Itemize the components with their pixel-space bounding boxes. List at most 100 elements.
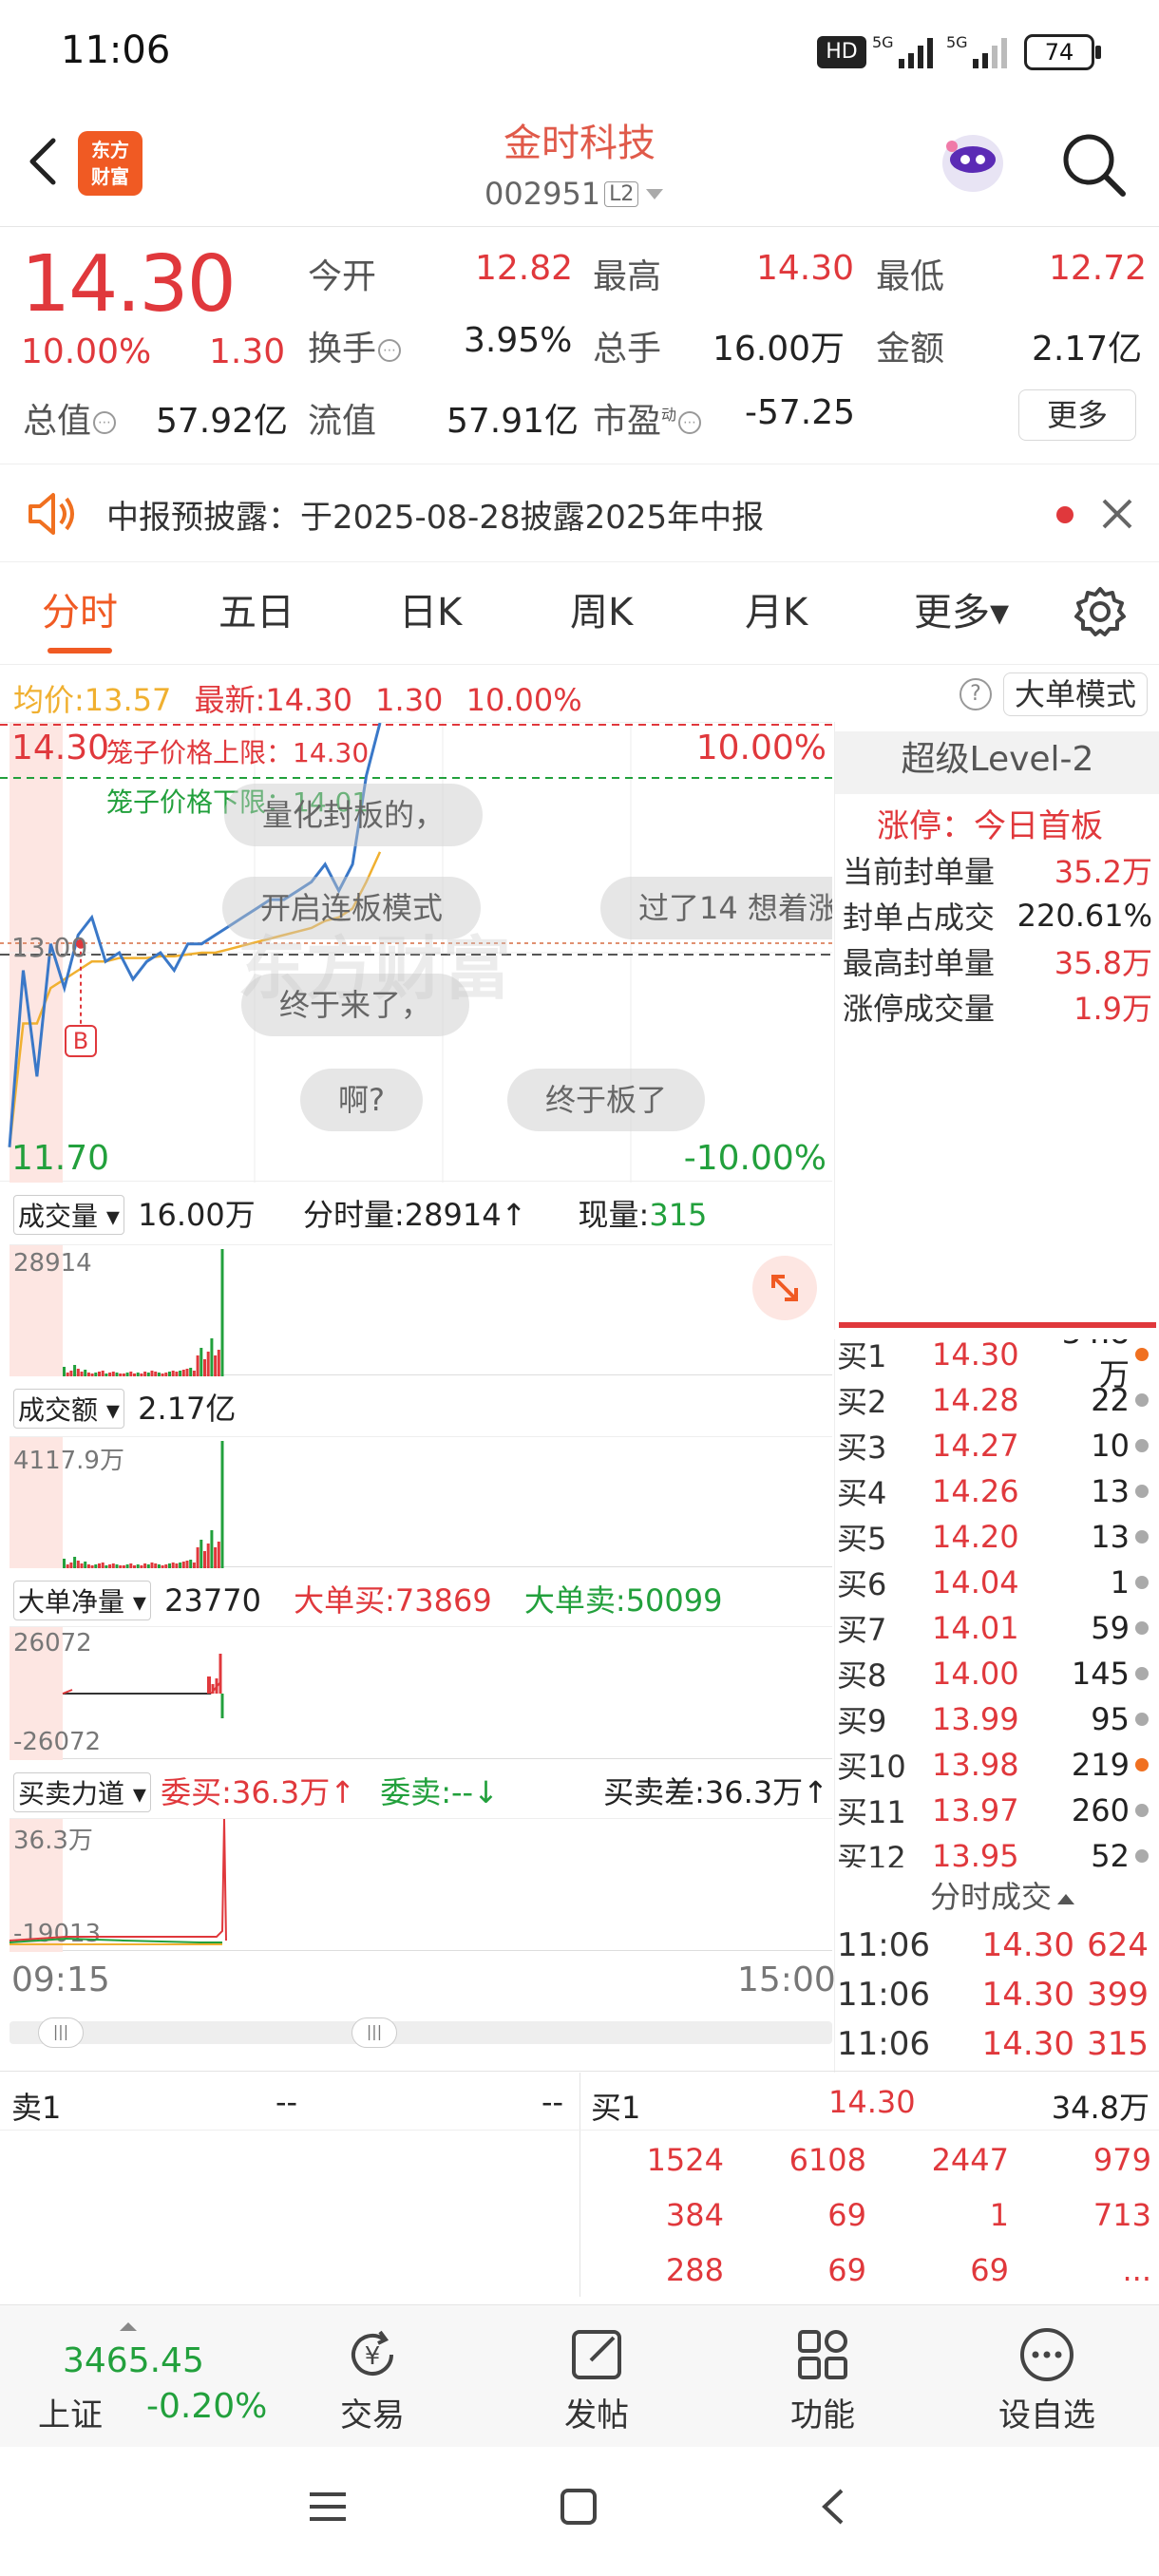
tab-intraday[interactable]: 分时 bbox=[42, 581, 118, 653]
order-book[interactable]: 买114.3034.8万买214.2822买314.2710买414.2613买… bbox=[834, 1339, 1159, 1871]
level2-rows: 当前封单量 35.2万 封单占成交 220.61% 最高封单量 35.8万 涨停成交量… bbox=[843, 847, 1152, 1030]
comment-bubble[interactable]: 量化封板的， bbox=[224, 784, 484, 846]
orderbook-level: 买10 bbox=[837, 1749, 906, 1785]
nav-trade[interactable]: ¥ 交易 bbox=[287, 2324, 458, 2435]
volume-bar bbox=[203, 1359, 206, 1376]
info-icon[interactable]: ⋯ bbox=[93, 411, 117, 434]
comment-bubble[interactable]: 终于来了， bbox=[241, 974, 470, 1036]
volume-bar bbox=[196, 1355, 200, 1376]
volume-bar bbox=[84, 1562, 87, 1568]
queue-panel[interactable]: 卖1 -- -- 买1 14.30 34.8万 1524 6108 2447 979 3… bbox=[0, 2073, 1159, 2297]
nav-label: 发帖 bbox=[564, 2396, 629, 2434]
trade-time: 11:06 bbox=[837, 1926, 930, 1964]
hd-icon: HD bbox=[817, 36, 866, 68]
level2-panel[interactable]: 超级Level-2 涨停：今日首板 当前封单量 35.2万 封单占成交 220.61… bbox=[834, 722, 1159, 1330]
nav-functions[interactable]: 功能 bbox=[737, 2324, 908, 2435]
big-order-selector[interactable]: 大单净量 ▾ bbox=[13, 1581, 151, 1620]
volume-bar bbox=[161, 1565, 164, 1568]
stock-code-row[interactable]: 002951 L2 bbox=[484, 173, 684, 215]
comment-bubble[interactable]: 终于板了 bbox=[507, 1069, 706, 1131]
search-icon[interactable] bbox=[1056, 127, 1132, 203]
orderbook-row[interactable]: 买10 13.98 219 bbox=[837, 1742, 1150, 1788]
orderbook-row[interactable]: 买12 13.95 52 bbox=[837, 1833, 1150, 1871]
tab-more[interactable]: 更多▾ bbox=[914, 581, 1009, 636]
comment-bubble[interactable]: 开启连板模式 bbox=[222, 877, 482, 939]
svg-text:5G: 5G bbox=[872, 33, 894, 51]
help-icon[interactable]: ? bbox=[960, 678, 992, 710]
orderbook-row[interactable]: 买6 14.04 1 bbox=[837, 1560, 1150, 1605]
more-button[interactable]: 更多 bbox=[1018, 389, 1136, 441]
menu-icon[interactable] bbox=[304, 2483, 352, 2530]
limit-status: 涨停：今日首板 bbox=[877, 807, 1103, 845]
notice-bar[interactable]: 中报预披露：于2025-08-28披露2025年中报 bbox=[0, 464, 1159, 562]
scroll-handle-right[interactable]: ||| bbox=[352, 2017, 397, 2048]
tab-five-day[interactable]: 五日 bbox=[218, 581, 294, 636]
range-scrollbar[interactable]: ||| ||| bbox=[10, 2017, 832, 2048]
volume-bar bbox=[181, 1562, 185, 1568]
nav-post[interactable]: 发帖 bbox=[511, 2324, 682, 2435]
scroll-handle-left[interactable]: ||| bbox=[38, 2017, 84, 2048]
orderbook-row[interactable]: 买4 14.26 13 bbox=[837, 1468, 1150, 1514]
orderbook-row[interactable]: 买3 14.27 10 bbox=[837, 1423, 1150, 1468]
comment-bubble[interactable]: 啊? bbox=[300, 1069, 423, 1131]
orderbook-level: 买7 bbox=[837, 1612, 887, 1648]
orderbook-level: 买6 bbox=[837, 1566, 887, 1602]
top-pct-label: 10.00% bbox=[695, 729, 826, 767]
tab-weekly-k[interactable]: 周K bbox=[570, 581, 633, 636]
expand-icon[interactable] bbox=[752, 1256, 817, 1320]
tab-daily-k[interactable]: 日K bbox=[399, 581, 462, 636]
trades-panel[interactable]: 分时成交 11:06 14.30 624 11:06 14.30 399 11:06 14.3… bbox=[834, 1867, 1159, 2073]
volume-bar bbox=[171, 1371, 175, 1376]
avg-price: 均价:13.57 最新:14.30 1.30 10.00% bbox=[13, 682, 582, 718]
buy-marker[interactable]: B bbox=[65, 1025, 97, 1057]
nav-add-watchlist[interactable]: 设自选 bbox=[961, 2324, 1132, 2435]
volume-bar bbox=[86, 1564, 90, 1568]
orderbook-row[interactable]: 买2 14.28 22 bbox=[837, 1377, 1150, 1423]
orderbook-volume: 22 bbox=[1091, 1382, 1130, 1418]
intraday-chart[interactable]: 东方财富 14.30 10.00% 11.70 -10.00% 笼子价格上限：1… bbox=[0, 722, 832, 1183]
home-icon[interactable] bbox=[555, 2483, 602, 2530]
orderbook-row[interactable]: 买5 14.20 13 bbox=[837, 1514, 1150, 1560]
amount-header: 成交额 ▾ 2.17亿 bbox=[13, 1385, 236, 1429]
sell1-price: -- bbox=[276, 2084, 298, 2120]
gear-icon[interactable] bbox=[1072, 583, 1129, 640]
big-order-panel[interactable]: 大单净量 ▾ 23770 大单买:73869 大单卖:50099 26072 -… bbox=[0, 1569, 832, 1760]
tab-monthly-k[interactable]: 月K bbox=[745, 581, 808, 636]
volume-bar bbox=[157, 1564, 161, 1568]
orderbook-price: 14.00 bbox=[932, 1656, 1019, 1692]
volume-bar bbox=[143, 1563, 147, 1568]
close-icon[interactable] bbox=[1098, 495, 1136, 533]
orderbook-price: 14.27 bbox=[932, 1428, 1019, 1464]
float-value: 57.91亿 bbox=[446, 402, 580, 441]
comment-bubble[interactable]: 过了14 想着涨 bbox=[600, 877, 832, 939]
big-order-mode-button[interactable]: 大单模式 bbox=[1003, 672, 1148, 716]
orderbook-row[interactable]: 买8 14.00 145 bbox=[837, 1651, 1150, 1696]
index-ticker[interactable]: 3465.45 上证 -0.20% bbox=[19, 2322, 285, 2436]
robot-avatar-icon[interactable] bbox=[935, 125, 1011, 201]
amount-panel[interactable]: 成交额 ▾ 2.17亿 4117.9万 bbox=[0, 1377, 832, 1568]
orderbook-row[interactable]: 买114.3034.8万 bbox=[837, 1339, 1150, 1392]
volume-panel[interactable]: 成交量 ▾ 16.00万 分时量:28914↑ 现量:315 28914 bbox=[0, 1184, 832, 1376]
volume-bar bbox=[164, 1373, 168, 1376]
back-nav-icon[interactable] bbox=[809, 2483, 857, 2530]
volume-bar bbox=[200, 1540, 203, 1568]
orderbook-row[interactable]: 买9 13.99 95 bbox=[837, 1696, 1150, 1742]
info-icon[interactable]: ⋯ bbox=[678, 411, 702, 434]
volume-bar bbox=[111, 1563, 115, 1568]
info-icon[interactable]: ⋯ bbox=[378, 339, 402, 362]
volume-bar bbox=[86, 1373, 90, 1376]
bid-ask-force-panel[interactable]: 买卖力道 ▾ 委买:36.3万↑ 委卖:--↓ 买卖差:36.3万↑ 36.3万… bbox=[0, 1761, 832, 1952]
orderbook-row[interactable]: 买11 13.97 260 bbox=[837, 1788, 1150, 1833]
amount-selector[interactable]: 成交额 ▾ bbox=[13, 1389, 124, 1429]
volume-bar bbox=[129, 1372, 133, 1376]
volume-bar bbox=[104, 1373, 108, 1376]
volume-bar bbox=[101, 1371, 104, 1376]
orderbook-row[interactable]: 买7 14.01 59 bbox=[837, 1605, 1150, 1651]
period-tabs: 分时 五日 日K 周K 月K 更多▾ bbox=[0, 566, 1159, 665]
volume-bar bbox=[80, 1563, 84, 1568]
buy1-label: 买1 bbox=[591, 2090, 641, 2126]
force-selector[interactable]: 买卖力道 ▾ bbox=[13, 1772, 151, 1812]
volume-bar bbox=[220, 1249, 224, 1376]
volume-bar bbox=[76, 1561, 80, 1568]
volume-selector[interactable]: 成交量 ▾ bbox=[13, 1195, 124, 1235]
